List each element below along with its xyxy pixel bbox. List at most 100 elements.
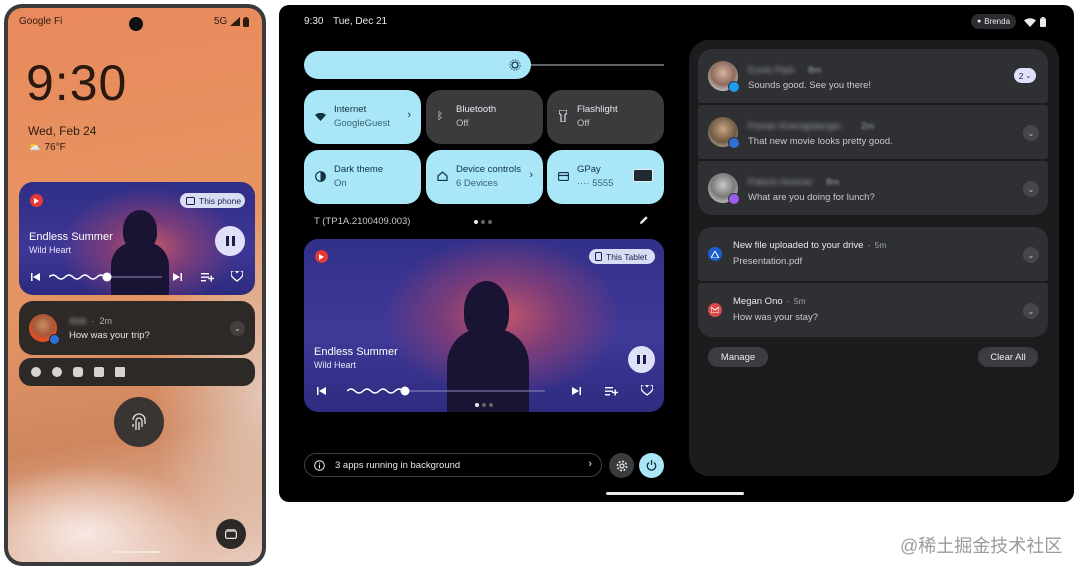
chevron-right-icon: › — [588, 458, 592, 470]
brightness-slider[interactable] — [304, 51, 531, 79]
notification-time: 8m — [826, 177, 840, 188]
battery-icon — [1040, 17, 1046, 27]
messages-badge-icon — [728, 137, 740, 149]
conversation-notification[interactable]: Eunie Park 8m Sounds good. See you there… — [698, 49, 1048, 103]
add-to-queue-icon[interactable] — [201, 272, 214, 282]
gesture-handle[interactable] — [606, 492, 744, 495]
tablet-device: 9:30 Tue, Dec 21 ● Brenda Internet Googl… — [279, 5, 1074, 502]
notification-time: 5m — [874, 240, 887, 250]
heart-icon[interactable] — [231, 271, 243, 282]
home-icon — [437, 171, 448, 181]
notification-message: Sounds good. See you there! — [748, 80, 872, 91]
settings-button[interactable] — [609, 453, 634, 478]
chevron-down-icon: ⌄ — [1027, 184, 1035, 194]
seek-bar[interactable] — [347, 385, 547, 397]
expand-button[interactable]: ⌄ — [1023, 125, 1039, 141]
messenger-badge-icon — [728, 193, 740, 205]
expand-button[interactable]: ⌄ — [1023, 181, 1039, 197]
expand-button[interactable]: ⌄ — [1023, 303, 1039, 319]
gesture-handle[interactable] — [114, 551, 160, 553]
tile-bluetooth[interactable]: ᛒ Bluetooth Off — [426, 90, 543, 144]
notification-time: 2m — [861, 121, 875, 132]
output-device-label: This Tablet — [606, 251, 647, 262]
bluetooth-icon: ᛒ — [437, 111, 443, 122]
app-notification[interactable]: New file uploaded to your drive · 5m Pre… — [698, 227, 1048, 281]
output-device-label: This phone — [199, 195, 242, 206]
lockscreen-clock: 9:30 — [26, 55, 128, 111]
expand-button[interactable]: ⌄ — [1023, 247, 1039, 263]
expand-button[interactable]: ⌄ — [230, 321, 245, 336]
output-device-chip[interactable]: This phone — [180, 193, 245, 208]
previous-icon[interactable] — [31, 273, 40, 281]
payment-card-image — [633, 169, 653, 182]
group-count: 2 — [1018, 70, 1024, 81]
user-name: Brenda — [984, 17, 1011, 26]
build-number: T (TP1A.2100409.003) — [314, 216, 411, 227]
phone-lockscreen: Google Fi 5G 9:30 Wed, Feb 24 ⛅ 76°F Thi… — [8, 8, 262, 562]
status-time: 9:30 — [304, 16, 324, 27]
app-notification[interactable]: Megan Ono · 5m How was your stay? ⌄ — [698, 283, 1048, 337]
signal-icon — [230, 17, 241, 26]
tile-title: Dark theme — [334, 164, 384, 175]
add-to-queue-icon[interactable] — [605, 386, 618, 396]
manage-button[interactable]: Manage — [708, 347, 768, 367]
credit-card-icon — [558, 172, 569, 181]
group-count-button[interactable]: 2 ⌄ — [1014, 68, 1036, 83]
next-icon[interactable] — [173, 273, 182, 281]
clear-all-button[interactable]: Clear All — [978, 347, 1038, 367]
sender-name: Eunie Park — [748, 65, 795, 76]
next-icon[interactable] — [572, 387, 581, 395]
sender-name: Florian Koenigsberger — [748, 121, 842, 132]
flashlight-icon — [559, 110, 567, 122]
media-player-card[interactable]: This Tablet Endless Summer Wild Heart — [304, 239, 664, 412]
media-title: Endless Summer — [29, 231, 113, 243]
notification-time: 5m — [793, 296, 806, 306]
phone-status-icons: 5G — [214, 16, 250, 27]
tile-device-controls[interactable]: Device controls 6 Devices › — [426, 150, 543, 204]
calendar-icon — [115, 367, 125, 377]
youtube-music-icon — [315, 250, 328, 263]
notification-message: Presentation.pdf — [733, 256, 803, 267]
background-apps-button[interactable]: 3 apps running in background › — [304, 453, 602, 477]
conversation-notification[interactable]: Patrick Hosmer 8m What are you doing for… — [698, 161, 1048, 215]
wifi-icon — [1024, 17, 1036, 27]
chevron-down-icon: ⌄ — [1027, 306, 1035, 316]
notification-message: How was your stay? — [733, 312, 819, 323]
message-notification[interactable]: Alok · 2m How was your trip? ⌄ — [19, 301, 255, 355]
wallet-icon — [225, 529, 237, 539]
output-device-chip[interactable]: This Tablet — [589, 249, 655, 264]
tile-internet[interactable]: Internet GoogleGuest › — [304, 90, 421, 144]
pause-icon — [637, 355, 646, 364]
pause-button[interactable] — [215, 226, 245, 256]
album-art-silhouette-body — [111, 242, 169, 295]
watermark: @稀土掘金技术社区 — [900, 536, 1063, 556]
media-artist: Wild Heart — [29, 245, 72, 255]
tile-subtitle: On — [334, 178, 347, 189]
gear-icon — [616, 460, 627, 471]
power-button[interactable] — [639, 453, 664, 478]
user-icon: ● — [977, 18, 982, 25]
notification-panel: Eunie Park 8m Sounds good. See you there… — [689, 40, 1059, 476]
tile-gpay[interactable]: GPay ···· 5555 — [547, 150, 664, 204]
notification-header: Alok · 2m — [69, 316, 113, 326]
fingerprint-sensor[interactable] — [114, 397, 164, 447]
user-switcher-chip[interactable]: ● Brenda — [971, 14, 1017, 29]
chevron-down-icon: ⌄ — [1027, 250, 1035, 260]
tile-dark-theme[interactable]: Dark theme On — [304, 150, 421, 204]
partly-sunny-icon: ⛅ — [28, 142, 41, 153]
notification-message: How was your trip? — [69, 330, 150, 341]
media-player-card[interactable]: This phone Endless Summer Wild Heart — [19, 182, 255, 295]
notification-title: Megan Ono — [733, 296, 783, 307]
sender-name: Patrick Hosmer — [748, 177, 813, 188]
conversation-notification[interactable]: Florian Koenigsberger 2m That new movie … — [698, 105, 1048, 159]
seek-bar[interactable] — [49, 271, 164, 283]
tile-subtitle: Off — [577, 118, 590, 129]
pause-button[interactable] — [628, 346, 655, 373]
edit-icon[interactable] — [639, 215, 649, 225]
tile-flashlight[interactable]: Flashlight Off — [547, 90, 664, 144]
drive-icon — [708, 247, 722, 261]
previous-icon[interactable] — [317, 387, 326, 395]
notification-icon-shelf[interactable] — [19, 358, 255, 386]
heart-icon[interactable] — [641, 385, 653, 396]
wallet-button[interactable] — [216, 519, 246, 549]
